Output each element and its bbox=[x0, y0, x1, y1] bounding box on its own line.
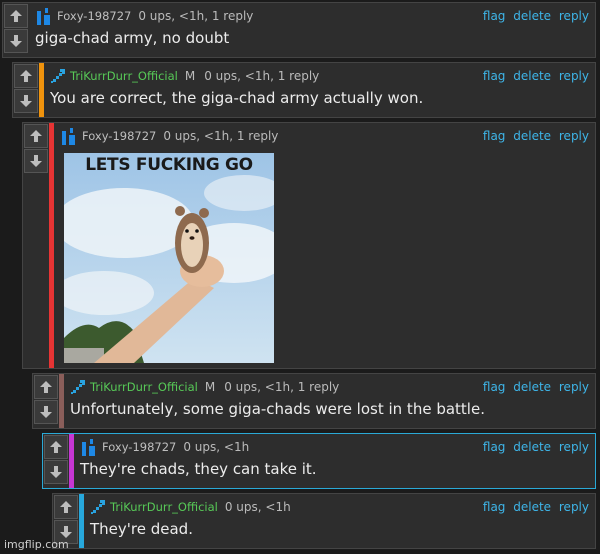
comment: TriKurrDurr_Official M 0 ups, <1h, 1 rep… bbox=[32, 373, 596, 429]
hand-holding-hedgehog-meme-image[interactable]: LETS FUCKING GO bbox=[64, 153, 274, 363]
arrow-down-icon bbox=[30, 155, 42, 167]
username-link[interactable]: Foxy-198727 bbox=[57, 9, 131, 23]
comment-body: TriKurrDurr_Official 0 ups, <1h flag del… bbox=[84, 494, 595, 548]
blue-pixel-arrow-avatar-icon[interactable] bbox=[90, 499, 106, 515]
arrow-down-icon bbox=[60, 526, 72, 538]
comment-stats: 0 ups, <1h bbox=[183, 440, 250, 454]
reply-link[interactable]: reply bbox=[559, 69, 589, 83]
username-link[interactable]: TriKurrDurr_Official bbox=[110, 500, 218, 514]
comment-text: They're dead. bbox=[90, 520, 193, 538]
moderator-badge: M bbox=[184, 69, 196, 83]
downvote-button[interactable] bbox=[24, 149, 48, 173]
flag-link[interactable]: flag bbox=[483, 69, 506, 83]
upvote-button[interactable] bbox=[34, 375, 58, 399]
reply-link[interactable]: reply bbox=[559, 440, 589, 454]
flag-link[interactable]: flag bbox=[483, 440, 506, 454]
flag-link[interactable]: flag bbox=[483, 129, 506, 143]
downvote-button[interactable] bbox=[14, 89, 38, 113]
username-link[interactable]: TriKurrDurr_Official bbox=[70, 69, 178, 83]
upvote-button[interactable] bbox=[24, 124, 48, 148]
arrow-up-icon bbox=[20, 70, 32, 82]
comment-stats: 0 ups, <1h, 1 reply bbox=[138, 9, 254, 23]
delete-link[interactable]: delete bbox=[513, 9, 551, 23]
reply-link[interactable]: reply bbox=[559, 9, 589, 23]
comment-stats: 0 ups, <1h, 1 reply bbox=[224, 380, 340, 394]
username-link[interactable]: Foxy-198727 bbox=[82, 129, 156, 143]
meme-caption: LETS FUCKING GO bbox=[85, 155, 253, 175]
blue-pixel-arrow-avatar-icon[interactable] bbox=[70, 379, 86, 395]
delete-link[interactable]: delete bbox=[513, 69, 551, 83]
blue-pixel-arrow-avatar-icon[interactable] bbox=[50, 68, 66, 84]
comment-actions: flag delete reply bbox=[479, 440, 589, 454]
arrow-up-icon bbox=[50, 441, 62, 453]
comment-body: Foxy-198727 0 ups, <1h flag delete reply… bbox=[74, 434, 595, 488]
arrow-down-icon bbox=[50, 466, 62, 478]
blue-bars-avatar-icon[interactable] bbox=[80, 438, 98, 456]
comment: Foxy-198727 0 ups, <1h flag delete reply… bbox=[42, 433, 596, 489]
comment-actions: flag delete reply bbox=[479, 69, 589, 83]
flag-link[interactable]: flag bbox=[483, 9, 506, 23]
arrow-up-icon bbox=[60, 501, 72, 513]
vote-column bbox=[23, 123, 49, 368]
arrow-up-icon bbox=[10, 10, 22, 22]
comment-body: TriKurrDurr_Official M 0 ups, <1h, 1 rep… bbox=[64, 374, 595, 428]
delete-link[interactable]: delete bbox=[513, 500, 551, 514]
comment-text: They're chads, they can take it. bbox=[80, 460, 317, 478]
delete-link[interactable]: delete bbox=[513, 440, 551, 454]
vote-column bbox=[3, 3, 29, 57]
comment-body: TriKurrDurr_Official M 0 ups, <1h, 1 rep… bbox=[44, 63, 595, 117]
reply-link[interactable]: reply bbox=[559, 500, 589, 514]
imgflip-watermark: imgflip.com bbox=[4, 538, 69, 551]
comment: Foxy-198727 0 ups, <1h, 1 reply flag del… bbox=[2, 2, 596, 58]
delete-link[interactable]: delete bbox=[513, 129, 551, 143]
reply-link[interactable]: reply bbox=[559, 129, 589, 143]
comment-stats: 0 ups, <1h, 1 reply bbox=[204, 69, 320, 83]
comment-actions: flag delete reply bbox=[479, 9, 589, 23]
comment: TriKurrDurr_Official 0 ups, <1h flag del… bbox=[52, 493, 596, 549]
moderator-badge: M bbox=[204, 380, 216, 394]
arrow-down-icon bbox=[10, 35, 22, 47]
vote-column bbox=[43, 434, 69, 488]
comment-body: Foxy-198727 0 ups, <1h, 1 reply flag del… bbox=[29, 3, 595, 57]
upvote-button[interactable] bbox=[4, 4, 28, 28]
username-link[interactable]: Foxy-198727 bbox=[102, 440, 176, 454]
comment: TriKurrDurr_Official M 0 ups, <1h, 1 rep… bbox=[12, 62, 596, 118]
comment-text: Unfortunately, some giga-chads were lost… bbox=[70, 400, 485, 418]
comment-stats: 0 ups, <1h, 1 reply bbox=[163, 129, 279, 143]
username-link[interactable]: TriKurrDurr_Official bbox=[90, 380, 198, 394]
blue-bars-avatar-icon[interactable] bbox=[60, 127, 78, 145]
arrow-down-icon bbox=[20, 95, 32, 107]
downvote-button[interactable] bbox=[4, 29, 28, 53]
blue-bars-avatar-icon[interactable] bbox=[35, 7, 53, 25]
flag-link[interactable]: flag bbox=[483, 380, 506, 394]
vote-column bbox=[33, 374, 59, 428]
comment-text: giga-chad army, no doubt bbox=[35, 29, 230, 47]
comment-stats: 0 ups, <1h bbox=[224, 500, 291, 514]
comment-body: Foxy-198727 0 ups, <1h, 1 reply flag del… bbox=[54, 123, 595, 368]
comment-actions: flag delete reply bbox=[479, 380, 589, 394]
comment: Foxy-198727 0 ups, <1h, 1 reply flag del… bbox=[22, 122, 596, 369]
upvote-button[interactable] bbox=[44, 435, 68, 459]
comment-actions: flag delete reply bbox=[479, 500, 589, 514]
reply-link[interactable]: reply bbox=[559, 380, 589, 394]
upvote-button[interactable] bbox=[14, 64, 38, 88]
comment-actions: flag delete reply bbox=[479, 129, 589, 143]
arrow-down-icon bbox=[40, 406, 52, 418]
upvote-button[interactable] bbox=[54, 495, 78, 519]
arrow-up-icon bbox=[30, 130, 42, 142]
downvote-button[interactable] bbox=[44, 460, 68, 484]
vote-column bbox=[13, 63, 39, 117]
downvote-button[interactable] bbox=[34, 400, 58, 424]
comment-text: You are correct, the giga-chad army actu… bbox=[50, 89, 424, 107]
flag-link[interactable]: flag bbox=[483, 500, 506, 514]
arrow-up-icon bbox=[40, 381, 52, 393]
delete-link[interactable]: delete bbox=[513, 380, 551, 394]
